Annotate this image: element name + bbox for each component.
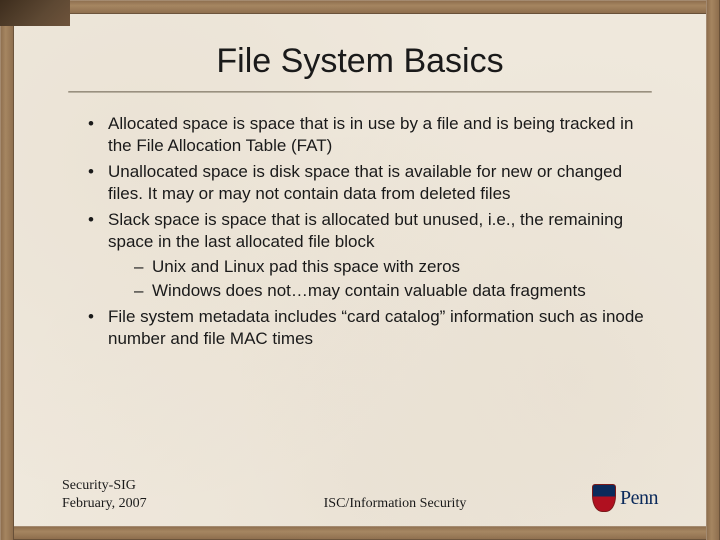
sub-bullet-text: Unix and Linux pad this space with zeros	[152, 257, 460, 276]
footer-org: Security-SIG	[62, 477, 242, 495]
sub-bullet-item: Windows does not…may contain valuable da…	[134, 280, 658, 302]
slide-content: File System Basics Allocated space is sp…	[14, 14, 706, 526]
frame-border-right	[706, 0, 720, 540]
frame-border-top	[0, 0, 720, 14]
footer-left: Security-SIG February, 2007	[62, 477, 242, 512]
bullet-list: Allocated space is space that is in use …	[62, 113, 658, 350]
footer-right: Penn	[548, 484, 658, 512]
bullet-text: Unallocated space is disk space that is …	[108, 162, 622, 203]
title-divider	[68, 91, 652, 93]
sub-bullet-item: Unix and Linux pad this space with zeros	[134, 256, 658, 278]
bullet-item: File system metadata includes “card cata…	[88, 306, 658, 351]
slide-footer: Security-SIG February, 2007 ISC/Informat…	[62, 477, 658, 512]
footer-center: ISC/Information Security	[242, 496, 548, 512]
sub-bullet-list: Unix and Linux pad this space with zeros…	[108, 256, 658, 303]
bullet-item: Unallocated space is disk space that is …	[88, 161, 658, 206]
penn-logo: Penn	[592, 484, 658, 512]
bullet-text: Slack space is space that is allocated b…	[108, 210, 623, 251]
bullet-item: Allocated space is space that is in use …	[88, 113, 658, 158]
slide-title: File System Basics	[62, 42, 658, 81]
sub-bullet-text: Windows does not…may contain valuable da…	[152, 281, 586, 300]
penn-shield-icon	[592, 484, 616, 512]
frame-border-bottom	[0, 526, 720, 540]
bullet-text: File system metadata includes “card cata…	[108, 307, 644, 348]
bullet-text: Allocated space is space that is in use …	[108, 114, 633, 155]
frame-border-left	[0, 0, 14, 540]
footer-date: February, 2007	[62, 495, 242, 513]
bullet-item: Slack space is space that is allocated b…	[88, 209, 658, 303]
penn-logo-text: Penn	[620, 487, 658, 510]
